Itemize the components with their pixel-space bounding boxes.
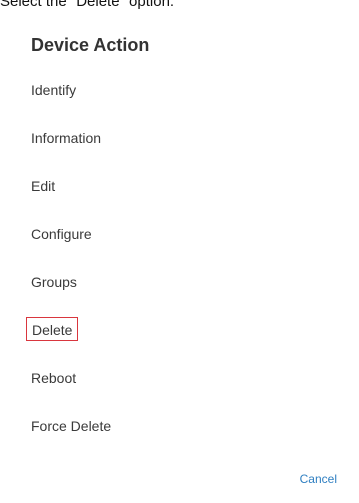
action-label-identify: Identify xyxy=(31,82,77,98)
action-item-force-delete[interactable]: Force Delete xyxy=(0,406,359,454)
action-label-edit: Edit xyxy=(31,178,56,194)
action-item-delete[interactable]: Delete xyxy=(0,310,359,358)
action-label-groups: Groups xyxy=(31,274,77,290)
action-item-groups[interactable]: Groups xyxy=(0,262,359,310)
cancel-button[interactable]: Cancel xyxy=(300,469,337,489)
action-item-information[interactable]: Information xyxy=(0,118,359,166)
action-label-force-delete: Force Delete xyxy=(31,418,112,434)
action-item-identify[interactable]: Identify xyxy=(0,70,359,118)
action-list: Identify Information Edit Configure Grou… xyxy=(0,70,359,454)
action-label-reboot: Reboot xyxy=(31,370,77,386)
device-action-dialog: Device Action Identify Information Edit … xyxy=(0,0,359,503)
action-item-edit[interactable]: Edit xyxy=(0,166,359,214)
action-item-configure[interactable]: Configure xyxy=(0,214,359,262)
action-item-reboot[interactable]: Reboot xyxy=(0,358,359,406)
action-label-delete: Delete xyxy=(26,317,79,341)
dialog-title: Device Action xyxy=(31,35,150,55)
action-label-configure: Configure xyxy=(31,226,92,242)
action-label-information: Information xyxy=(31,130,102,146)
